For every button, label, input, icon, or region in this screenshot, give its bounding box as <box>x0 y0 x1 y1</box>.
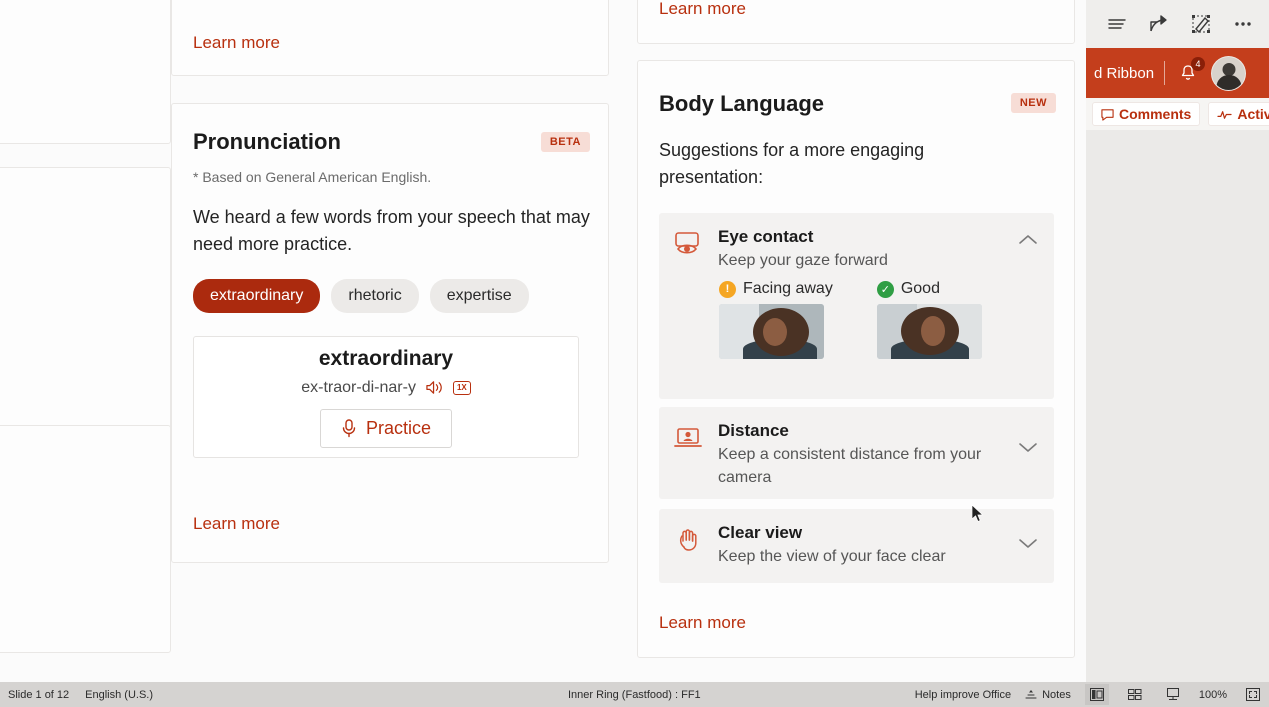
ring-info-label: Inner Ring (Fastfood) : FF1 <box>568 688 701 701</box>
word-chip-rhetoric[interactable]: rhetoric <box>331 279 419 313</box>
comment-icon <box>1101 108 1114 121</box>
body-language-card: Body Language NEW Suggestions for a more… <box>637 60 1075 658</box>
bl-item-clear-view[interactable]: Clear view Keep the view of your face cl… <box>659 509 1054 583</box>
body-language-title: Body Language <box>659 91 825 116</box>
practice-box: extraordinary ex-traor-di-nar-y 1X Pract… <box>193 336 579 458</box>
status-label-facing-away: ! Facing away <box>719 280 833 298</box>
bl-item-clear-view-head: Clear view Keep the view of your face cl… <box>659 509 1054 568</box>
ribbon-label: d Ribbon <box>1094 64 1155 82</box>
middle-card-top-learn-more[interactable]: Learn more <box>193 33 280 53</box>
activity-button[interactable]: Activity <box>1208 102 1269 126</box>
status-label-good: ✓ Good <box>876 280 982 298</box>
avatar-body <box>1216 74 1242 90</box>
pronunciation-body: We heard a few words from your speech th… <box>193 207 590 254</box>
bl-item-distance-title: Distance <box>718 421 789 440</box>
pronunciation-learn-more[interactable]: Learn more <box>193 514 280 534</box>
annotate-icon[interactable] <box>1189 12 1213 36</box>
bl-item-clear-view-desc: Keep the view of your face clear <box>718 548 946 565</box>
check-circle-icon: ✓ <box>876 280 894 298</box>
speaker-icon[interactable] <box>425 379 444 396</box>
microphone-icon <box>342 419 356 438</box>
status-text-facing-away: Facing away <box>743 280 833 297</box>
practice-word: extraordinary <box>318 346 454 370</box>
notifications-button[interactable]: 4 <box>1175 57 1206 86</box>
practice-button[interactable]: Practice <box>319 408 453 448</box>
eye-contact-status-facing-away: ! Facing away <box>719 280 833 359</box>
pronunciation-title: Pronunciation <box>193 129 341 154</box>
zoom-level-label[interactable]: 100% <box>1199 689 1227 701</box>
language-label[interactable]: English (U.S.) <box>85 689 153 701</box>
bl-item-clear-view-title: Clear view <box>718 523 803 542</box>
bl-item-eye-contact[interactable]: Eye contact Keep your gaze forward ! Fac… <box>659 213 1054 399</box>
top-toolbar <box>1086 0 1269 48</box>
new-badge: NEW <box>1010 93 1056 113</box>
ribbon-divider <box>1164 61 1166 85</box>
word-chip-expertise[interactable]: expertise <box>429 279 529 313</box>
ribbon-bar: d Ribbon 4 <box>1086 48 1269 98</box>
comments-label: Comments <box>1119 106 1192 122</box>
body-language-subtitle: Suggestions for a more engaging presenta… <box>659 140 925 187</box>
right-card-top-learn-more[interactable]: Learn more <box>659 0 746 19</box>
bl-item-eye-contact-title: Eye contact <box>718 227 814 246</box>
status-text-good: Good <box>900 280 940 297</box>
status-bar-left: Slide 1 of 12 English (U.S.) <box>0 689 153 701</box>
activity-label: Activity <box>1237 106 1269 122</box>
eye-contact-thumbnail-good <box>876 304 982 359</box>
bl-item-distance-desc: Keep a consistent distance from your cam… <box>718 446 982 486</box>
bl-item-eye-contact-desc: Keep your gaze forward <box>718 252 888 269</box>
eye-contact-status-good: ✓ Good <box>876 280 982 359</box>
practice-button-label: Practice <box>365 417 432 438</box>
notes-icon <box>1025 689 1037 699</box>
warning-circle-icon: ! <box>719 280 736 298</box>
laptop-person-icon <box>673 423 703 453</box>
middle-card-top: Learn more <box>171 0 609 76</box>
menu-lines-icon[interactable] <box>1105 12 1129 36</box>
chevron-down-icon-distance[interactable] <box>1018 441 1038 459</box>
slide-count-label[interactable]: Slide 1 of 12 <box>8 689 69 701</box>
reading-view-icon[interactable] <box>1161 684 1185 705</box>
pronunciation-card: Pronunciation BETA * Based on General Am… <box>171 103 609 563</box>
notification-badge: 4 <box>1191 57 1206 71</box>
notes-button[interactable]: Notes <box>1025 689 1071 701</box>
playback-speed-badge[interactable]: 1X <box>452 380 471 395</box>
word-chip-extraordinary[interactable]: extraordinary <box>193 279 321 313</box>
left-card-2: nd. Great job <box>0 167 171 457</box>
fit-slide-icon[interactable] <box>1241 684 1265 705</box>
status-bar-right: Help improve Office Notes 100% <box>915 684 1265 705</box>
slide-sorter-icon[interactable] <box>1123 684 1147 705</box>
presenter-coach-panel: too many h! nd. Great job f word ur audi… <box>0 0 1086 682</box>
syllable-row: ex-traor-di-nar-y 1X <box>301 378 471 397</box>
bl-item-eye-contact-head: Eye contact Keep your gaze forward <box>659 213 1054 272</box>
left-card-1: too many h! <box>0 0 171 144</box>
left-card-3: f word ur audience <box>0 425 171 653</box>
collaboration-toolbar: Comments Activity <box>1086 98 1269 130</box>
activity-pulse-icon <box>1217 110 1232 119</box>
syllable-breakdown: ex-traor-di-nar-y <box>301 378 416 396</box>
chevron-up-icon[interactable] <box>1018 233 1038 251</box>
normal-view-icon[interactable] <box>1084 684 1109 705</box>
notes-label: Notes <box>1042 688 1071 701</box>
help-improve-office-label[interactable]: Help improve Office <box>915 689 1011 701</box>
body-language-learn-more[interactable]: Learn more <box>659 613 746 633</box>
waving-hand-icon <box>673 525 703 555</box>
eye-contact-thumbnail-bad <box>719 304 824 359</box>
share-icon[interactable] <box>1147 12 1171 36</box>
bl-item-distance-head: Distance Keep a consistent distance from… <box>659 407 1054 489</box>
avatar[interactable] <box>1211 55 1247 91</box>
right-card-top: Learn more <box>637 0 1075 44</box>
status-bar: Slide 1 of 12 English (U.S.) Inner Ring … <box>0 682 1269 707</box>
chevron-down-icon-clear-view[interactable] <box>1018 537 1038 555</box>
comments-button[interactable]: Comments <box>1092 102 1201 126</box>
eye-contact-status-row: ! Facing away ✓ Good <box>659 272 1054 359</box>
pronunciation-note: * Based on General American English. <box>193 169 432 185</box>
more-options-icon[interactable] <box>1231 12 1255 36</box>
screen-eye-icon <box>673 229 703 259</box>
beta-badge: BETA <box>540 132 590 152</box>
word-chip-list: extraordinary rhetoric expertise <box>193 279 529 313</box>
bl-item-distance[interactable]: Distance Keep a consistent distance from… <box>659 407 1054 499</box>
